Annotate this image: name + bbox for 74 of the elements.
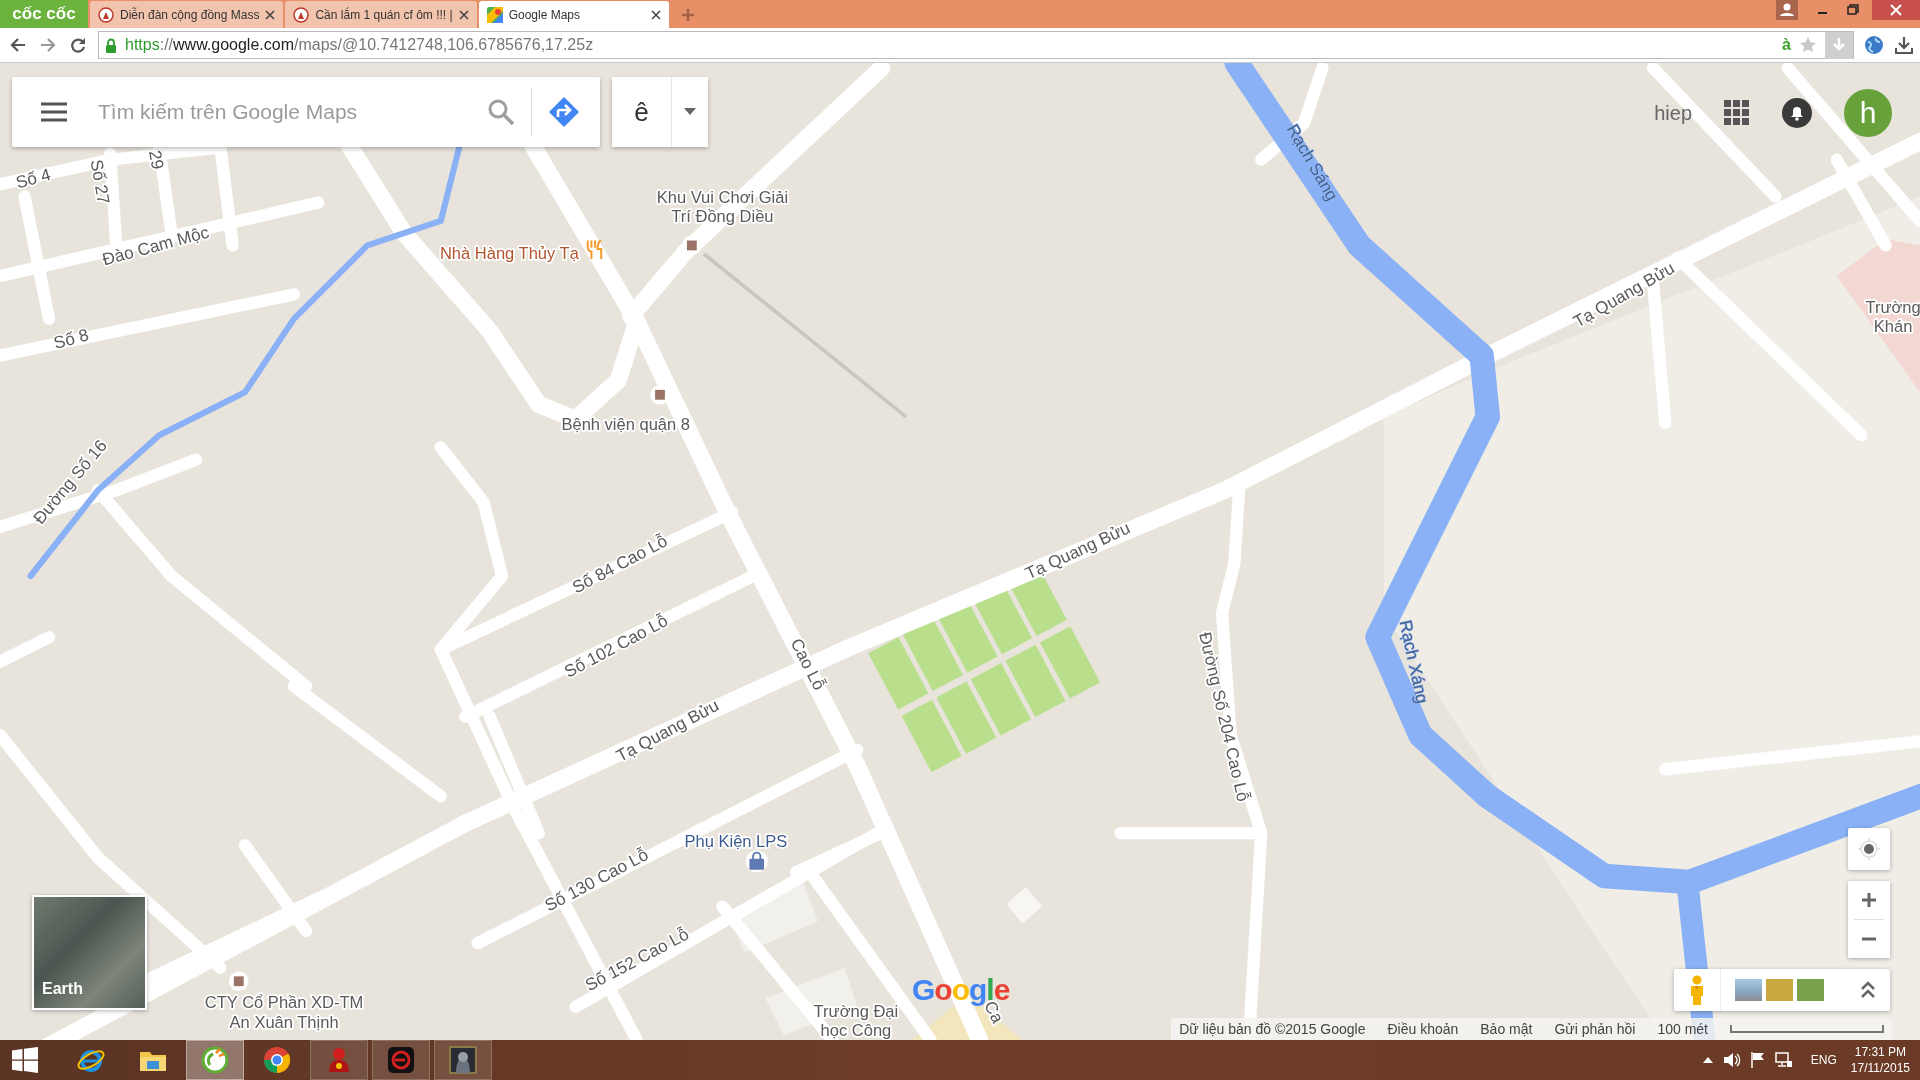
maps-icon <box>486 6 503 23</box>
place-label: Khu Vui Chơi Giải Trí Đồng Diều <box>656 187 789 227</box>
close-icon[interactable] <box>650 9 661 20</box>
caret-icon <box>684 108 696 116</box>
speaker-icon[interactable] <box>1722 1052 1741 1068</box>
download-icon[interactable] <box>1894 35 1914 55</box>
street-label: Số 102 Cao Lỗ <box>560 610 672 682</box>
account-name[interactable]: hiep <box>1654 101 1692 125</box>
clock-time[interactable]: 17:31 PM <box>1854 1044 1907 1060</box>
portrait-icon[interactable] <box>448 1045 478 1075</box>
plus-icon <box>1861 892 1877 908</box>
river-label: Rạch Xáng <box>1395 618 1433 706</box>
star-icon[interactable] <box>1799 36 1817 54</box>
place-label: Bệnh viện quận 8 <box>561 415 690 435</box>
place-label: Trường Đại học Công <box>813 1001 899 1040</box>
browser-tab[interactable]: Cần lắm 1 quán cf ôm !!! | <box>285 1 477 28</box>
close-icon[interactable] <box>265 9 276 20</box>
show-hidden-icons-icon[interactable] <box>1702 1056 1713 1064</box>
forum-icon <box>293 6 310 23</box>
url-text: https://www.google.com/maps/@10.7412748,106.6785676,17.25z <box>125 36 594 54</box>
street-label: Số 130 Cao Lỗ <box>541 844 652 916</box>
earth-label: Earth <box>42 980 83 998</box>
footer-link[interactable]: Điều khoản <box>1387 1021 1459 1037</box>
address-field[interactable]: https://www.google.com/maps/@10.7412748,106.6785676,17.25z à <box>98 31 1854 59</box>
footer-link[interactable]: Gửi phản hồi <box>1554 1021 1636 1037</box>
browser-tab[interactable]: Google Maps <box>478 1 669 28</box>
street-label: Số 8 <box>51 324 91 353</box>
menu-icon[interactable] <box>40 102 68 122</box>
close-icon[interactable] <box>458 9 469 20</box>
browser-icon[interactable] <box>262 1045 292 1075</box>
my-location-button[interactable] <box>1848 828 1890 870</box>
scale-label: 100 mét <box>1657 1021 1708 1037</box>
search-icon[interactable] <box>487 98 515 126</box>
windows-start-icon[interactable] <box>12 1047 38 1073</box>
browser-tab[interactable]: Diễn đàn cộng đồng Mass <box>90 1 284 28</box>
zoom-in-button[interactable] <box>1848 881 1890 919</box>
shopping-bag-icon[interactable] <box>745 850 768 873</box>
network-icon[interactable] <box>1774 1052 1793 1068</box>
chevron-up-icon[interactable] <box>1860 981 1876 999</box>
street-label: Đường Số 204 Cao Lỗ <box>1195 630 1254 804</box>
street-label: Số 152 Cao Lỗ <box>581 923 692 995</box>
game-logo-icon[interactable] <box>386 1045 416 1075</box>
language-indicator[interactable]: ENG <box>1810 1053 1837 1067</box>
place-label: Trường Khán <box>1865 297 1920 337</box>
forum-icon <box>98 6 114 23</box>
street-label: Số 84 Cao Lỗ <box>568 530 671 598</box>
browser-icon[interactable] <box>200 1045 230 1075</box>
shop-label: Phụ Kiện LPS <box>684 831 788 851</box>
street-label: Số 27 <box>86 158 114 206</box>
place-marker-icon[interactable] <box>682 235 702 256</box>
clock-date[interactable]: 17/11/2015 <box>1850 1060 1910 1076</box>
close-icon[interactable] <box>1872 0 1920 20</box>
directions-icon[interactable] <box>548 96 580 128</box>
street-label: 29 <box>145 148 169 171</box>
bell-icon[interactable] <box>1782 98 1812 128</box>
input-tool-button[interactable]: ê <box>612 77 672 147</box>
street-label: Số 4 <box>13 164 53 193</box>
globe-icon[interactable] <box>1864 35 1884 55</box>
place-marker-icon[interactable] <box>229 971 249 992</box>
footer-link[interactable]: Bảo mật <box>1480 1021 1533 1037</box>
flag-icon[interactable] <box>1750 1052 1765 1068</box>
street-label: Tạ Quang Bửu <box>1022 517 1134 584</box>
reload-icon[interactable] <box>68 35 88 55</box>
street-label: Đào Cam Mộc <box>100 221 211 270</box>
attribution-text: Dữ liệu bản đồ ©2015 Google <box>1179 1021 1366 1037</box>
lock-icon <box>105 37 117 53</box>
street-label: Cao Lỗ <box>786 635 830 694</box>
user-icon[interactable] <box>1776 0 1798 20</box>
location-icon <box>1858 838 1880 860</box>
search-field[interactable]: Tìm kiếm trên Google Maps <box>84 99 471 125</box>
restaurant-label: Nhà Hàng Thủy Tạ <box>439 243 579 263</box>
place-label: CTY Cổ Phần XD-TM An Xuân Thịnh <box>204 993 364 1032</box>
satellite-view-button[interactable]: Earth <box>32 895 147 1010</box>
apps-icon[interactable] <box>1724 100 1750 126</box>
